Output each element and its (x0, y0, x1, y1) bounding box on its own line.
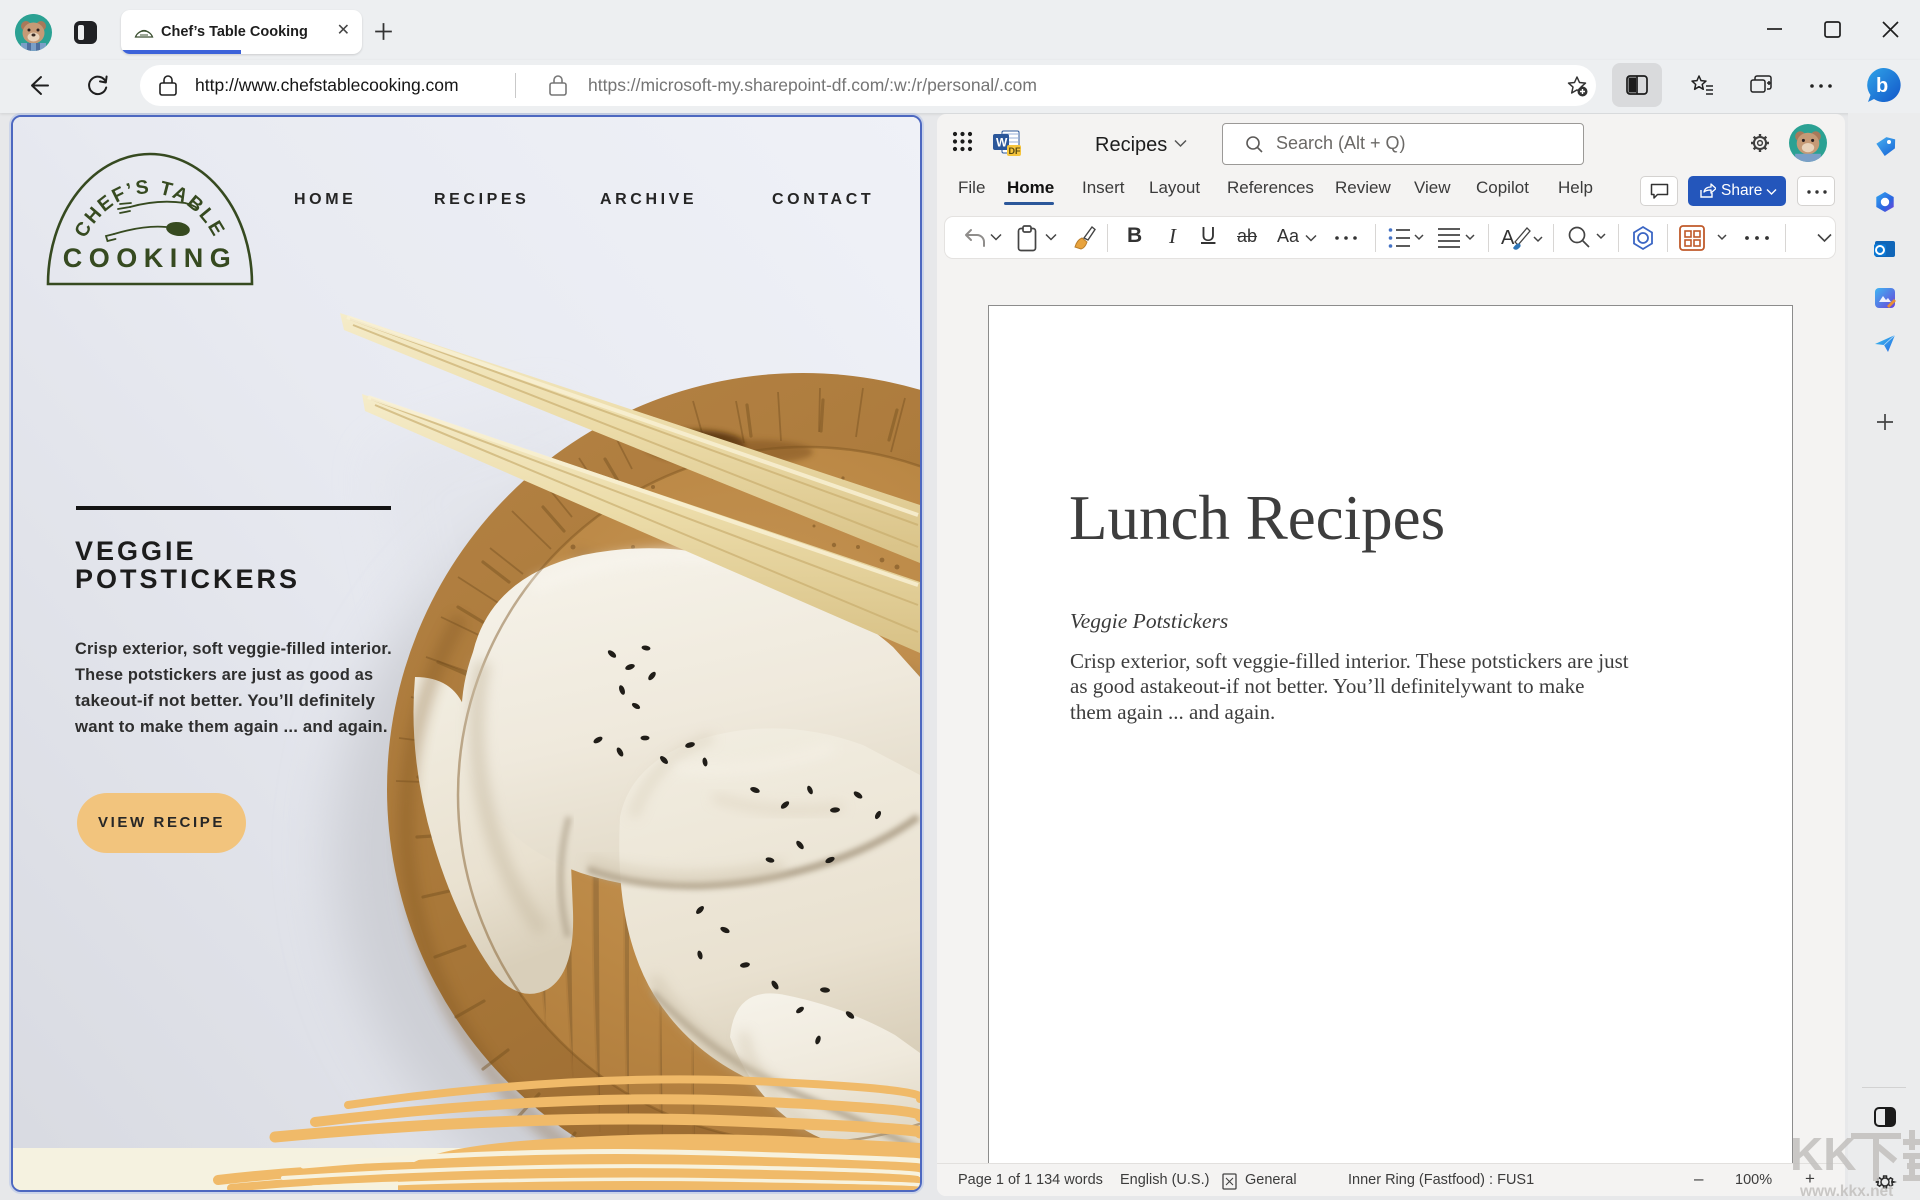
svg-text:A: A (1501, 227, 1515, 249)
svg-text:b: b (1876, 75, 1888, 97)
svg-text:CHEF’S TABLE: CHEF’S TABLE (70, 176, 230, 241)
svg-text:DF: DF (1009, 146, 1021, 156)
svg-text:W: W (996, 136, 1008, 150)
svg-text:COOKING: COOKING (63, 243, 238, 273)
svg-text:KK: KK (1790, 1128, 1856, 1180)
